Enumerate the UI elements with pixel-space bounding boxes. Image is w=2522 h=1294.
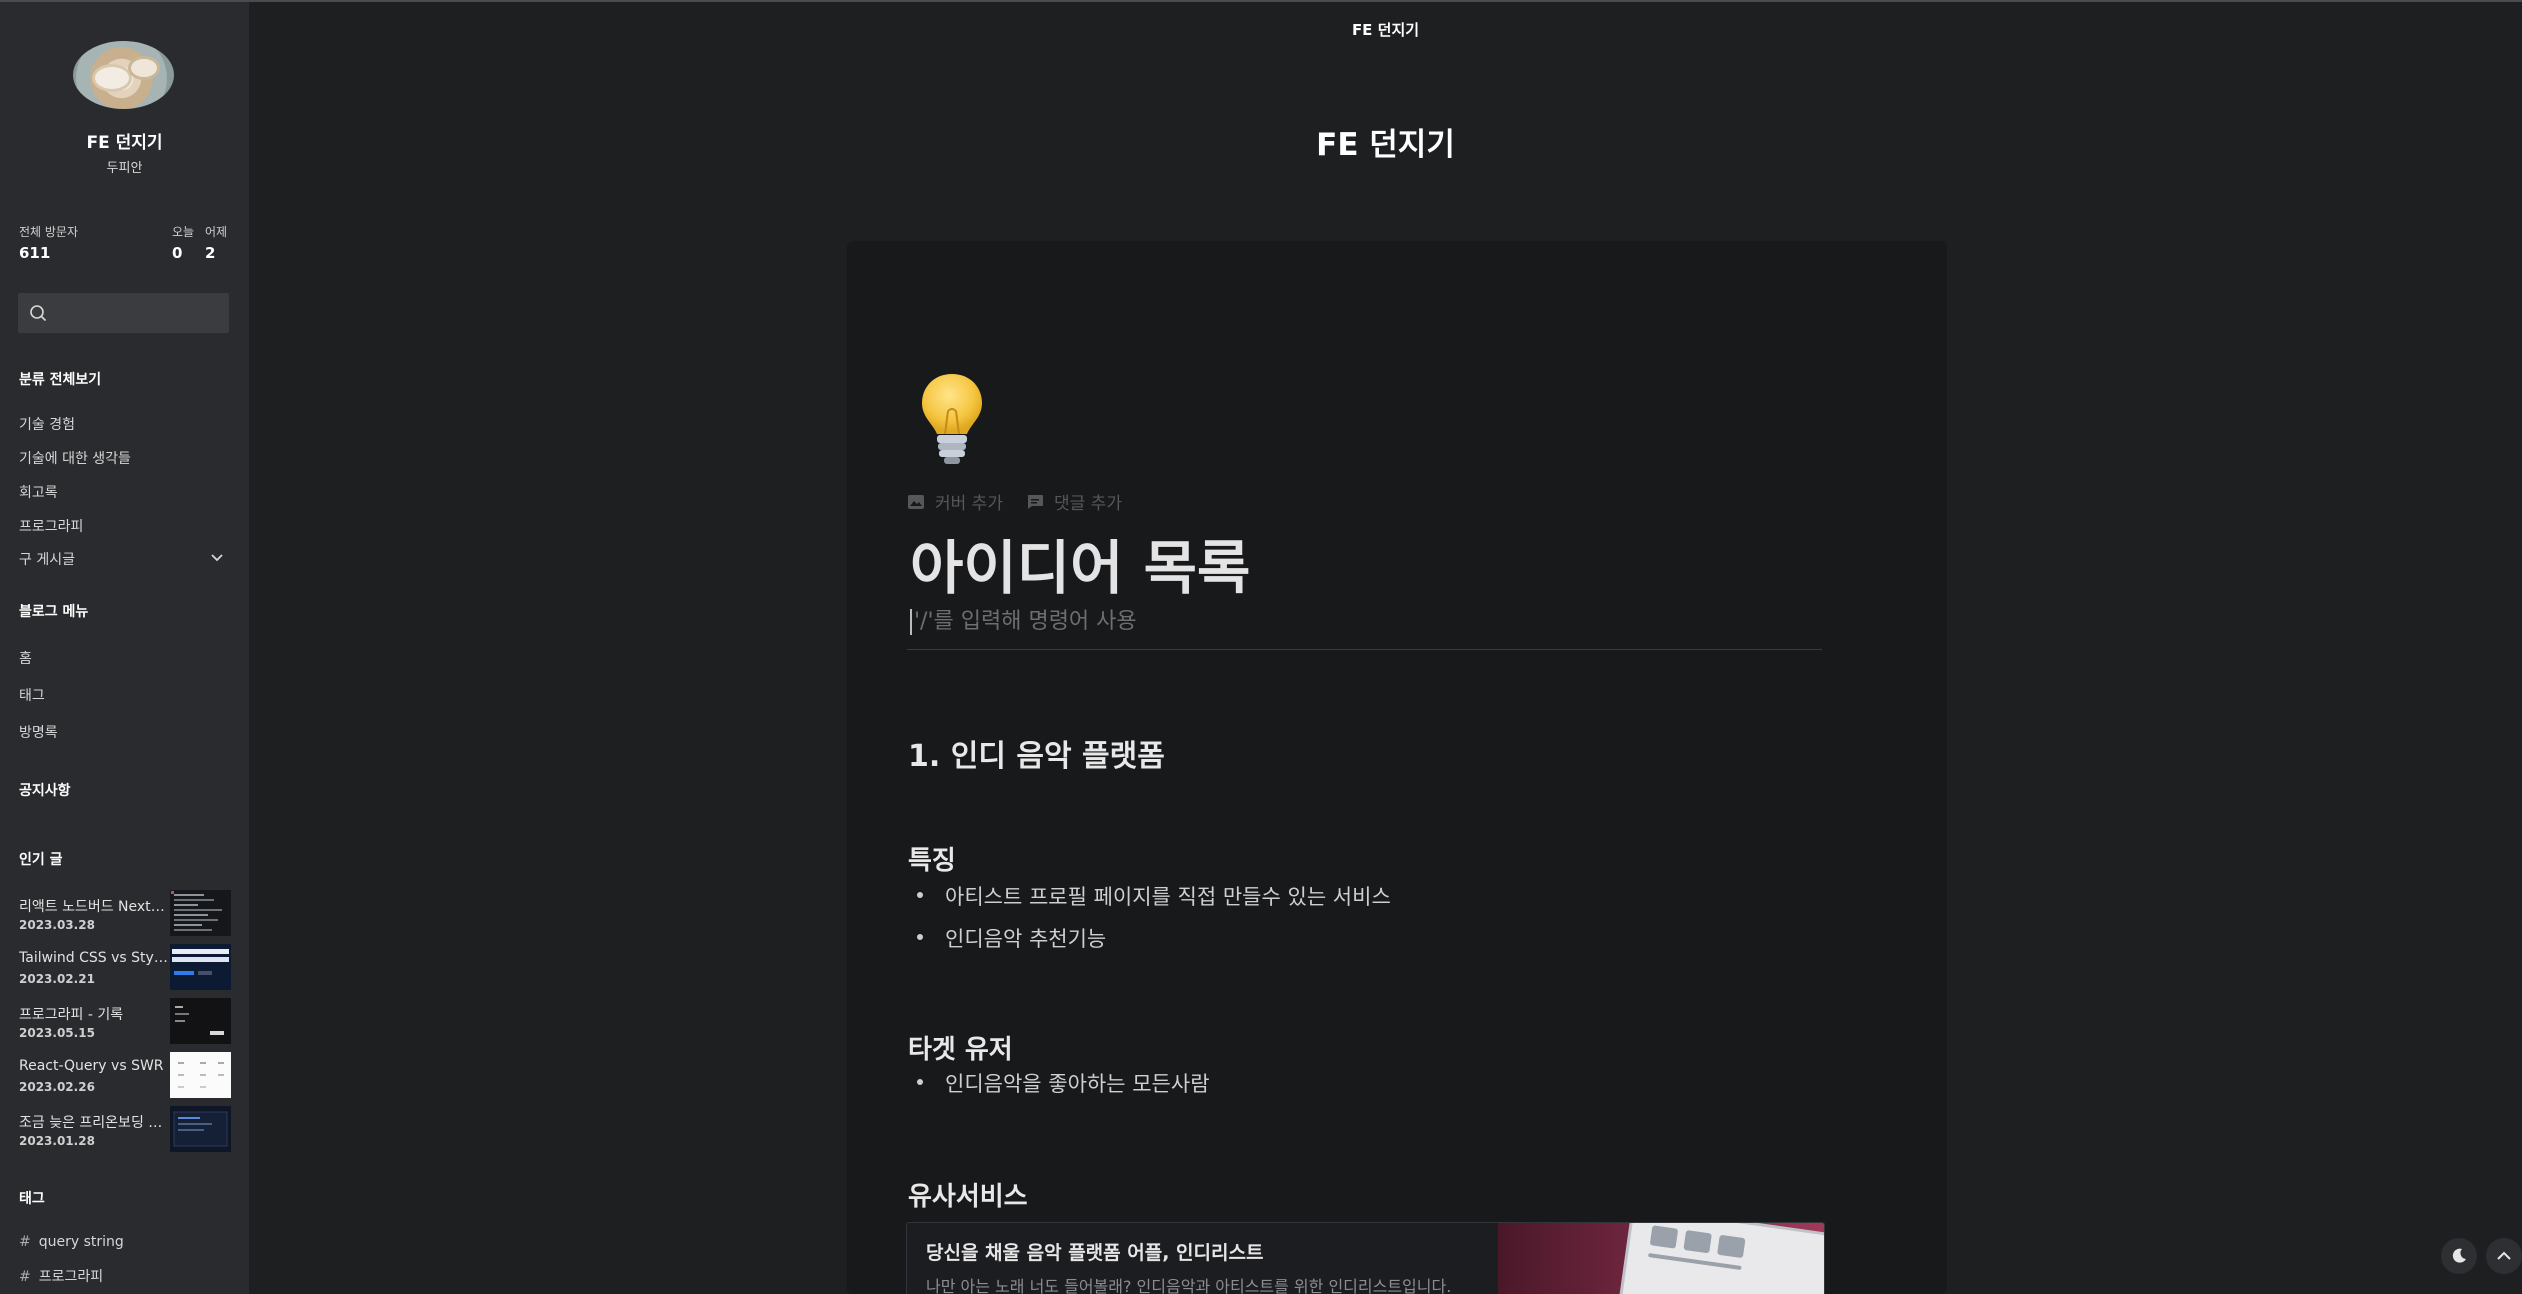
today-visitors-label: 오늘 bbox=[172, 225, 195, 239]
bookmark-description: 나만 아는 노래 너도 들어볼래? 인디음악과 아티스트를 위한 인디리스트입니… bbox=[926, 1277, 1452, 1294]
popular-post-date: 2023.05.15 bbox=[19, 1026, 95, 1040]
popular-post-date: 2023.03.28 bbox=[19, 918, 95, 932]
post-thumbnail[interactable] bbox=[170, 944, 231, 990]
popular-posts-title: 인기 글 bbox=[19, 852, 63, 868]
image-icon bbox=[908, 494, 924, 509]
popular-post-item[interactable]: 리액트 노드버드 Next.js 마이그레이션 2023.03.28 bbox=[19, 890, 239, 946]
blog-owner: 두피안 bbox=[106, 161, 143, 176]
bookmark-card[interactable]: 당신을 채울 음악 플랫폼 어플, 인디리스트 나만 아는 노래 너도 들어볼래… bbox=[906, 1222, 1825, 1294]
popular-post-date: 2023.01.28 bbox=[19, 1134, 95, 1148]
top-header-title[interactable]: FE 던지기 bbox=[249, 19, 2522, 40]
post-content: 커버 추가 댓글 추가 아이디어 목록 '/'를 입력해 명령어 사용 1. 인… bbox=[847, 241, 1947, 1294]
menu-item-home[interactable]: 홈 bbox=[19, 648, 32, 668]
blog-title[interactable]: FE 던지기 bbox=[0, 128, 249, 153]
add-comment-button[interactable]: 댓글 추가 bbox=[1026, 489, 1122, 514]
today-visitors-value: 0 bbox=[172, 244, 183, 262]
post-thumbnail[interactable] bbox=[170, 998, 231, 1044]
feature-list-item: 아티스트 프로필 페이지를 직접 만들수 있는 서비스 bbox=[917, 881, 1391, 911]
target-users-heading: 타겟 유저 bbox=[908, 1035, 1013, 1065]
category-item-tech-thoughts[interactable]: 기술에 대한 생각들 bbox=[19, 448, 131, 468]
hash-icon: # bbox=[19, 1269, 31, 1285]
tag-item[interactable]: # query string bbox=[19, 1234, 124, 1250]
category-item-old-posts[interactable]: 구 게시글 bbox=[19, 549, 75, 569]
tag-item[interactable]: # 프로그라피 bbox=[19, 1266, 103, 1286]
hash-icon: # bbox=[19, 1234, 31, 1250]
tag-label: query string bbox=[38, 1234, 124, 1250]
section-heading: 1. 인디 음악 플랫폼 bbox=[908, 739, 1165, 774]
target-list-item: 인디음악을 좋아하는 모든사람 bbox=[917, 1068, 1210, 1098]
popular-post-date: 2023.02.26 bbox=[19, 1080, 95, 1094]
post-thumbnail[interactable] bbox=[170, 890, 231, 936]
comment-icon bbox=[1027, 494, 1043, 509]
total-visitors-label: 전체 방문자 bbox=[19, 225, 79, 239]
popular-post-title[interactable]: Tailwind CSS vs Styled Components bbox=[19, 950, 169, 966]
page-title: FE 던지기 bbox=[1316, 127, 1455, 163]
document-title[interactable]: 아이디어 목록 bbox=[910, 521, 1250, 605]
theme-toggle-button[interactable] bbox=[2441, 1238, 2477, 1274]
bookmark-title[interactable]: 당신을 채울 음악 플랫폼 어플, 인디리스트 bbox=[926, 1238, 1263, 1265]
category-item-prography[interactable]: 프로그라피 bbox=[19, 516, 83, 536]
tags-title: 태그 bbox=[19, 1191, 45, 1207]
notice-title[interactable]: 공지사항 bbox=[19, 780, 71, 800]
bookmark-image[interactable] bbox=[1498, 1223, 1824, 1294]
popular-post-title[interactable]: 조금 늦은 프리온보딩 후기 bbox=[19, 1112, 169, 1132]
features-heading: 특징 bbox=[908, 846, 956, 876]
command-hint-input[interactable]: '/'를 입력해 명령어 사용 bbox=[910, 603, 1137, 635]
scroll-top-button[interactable] bbox=[2486, 1238, 2522, 1274]
avatar[interactable] bbox=[73, 41, 174, 109]
moon-icon bbox=[2452, 1248, 2466, 1263]
menu-item-tags[interactable]: 태그 bbox=[19, 685, 45, 705]
category-item-tech-experience[interactable]: 기술 경험 bbox=[19, 414, 75, 434]
category-all-title[interactable]: 분류 전체보기 bbox=[19, 369, 101, 389]
blog-menu-title: 블로그 메뉴 bbox=[19, 604, 89, 620]
popular-post-item[interactable]: 조금 늦은 프리온보딩 후기 2023.01.28 bbox=[19, 1106, 239, 1162]
divider bbox=[907, 649, 1822, 650]
post-thumbnail[interactable] bbox=[170, 1106, 231, 1152]
add-cover-button[interactable]: 커버 추가 bbox=[907, 489, 1003, 514]
sidebar: FE 던지기 두피안 전체 방문자 611 오늘 0 어제 2 분류 전체보기 … bbox=[0, 2, 249, 1294]
popular-post-title[interactable]: React-Query vs SWR bbox=[19, 1058, 169, 1074]
search-input[interactable] bbox=[18, 293, 229, 333]
popular-post-item[interactable]: 프로그라피 - 기록 2023.05.15 bbox=[19, 998, 239, 1054]
popular-post-item[interactable]: Tailwind CSS vs Styled Components 2023.0… bbox=[19, 944, 239, 1000]
chevron-up-icon bbox=[2497, 1251, 2511, 1260]
category-item-retrospective[interactable]: 회고록 bbox=[19, 482, 58, 502]
lightbulb-icon bbox=[922, 374, 982, 464]
popular-post-item[interactable]: React-Query vs SWR 2023.02.26 bbox=[19, 1052, 239, 1108]
yesterday-visitors-label: 어제 bbox=[205, 225, 228, 239]
popular-post-title[interactable]: 리액트 노드버드 Next.js 마이그레이션 bbox=[19, 896, 169, 916]
popular-post-title[interactable]: 프로그라피 - 기록 bbox=[19, 1004, 169, 1024]
tag-label: 프로그라피 bbox=[38, 1269, 104, 1285]
popular-post-date: 2023.02.21 bbox=[19, 972, 95, 986]
similar-services-heading: 유사서비스 bbox=[908, 1182, 1028, 1212]
menu-item-guestbook[interactable]: 방명록 bbox=[19, 722, 58, 742]
chevron-down-icon[interactable] bbox=[209, 550, 225, 566]
search-icon[interactable] bbox=[29, 304, 47, 322]
yesterday-visitors-value: 2 bbox=[205, 244, 216, 262]
total-visitors-value: 611 bbox=[19, 244, 51, 262]
post-thumbnail[interactable] bbox=[170, 1052, 231, 1098]
feature-list-item: 인디음악 추천기능 bbox=[917, 923, 1106, 953]
window-top-border bbox=[0, 0, 2522, 2]
